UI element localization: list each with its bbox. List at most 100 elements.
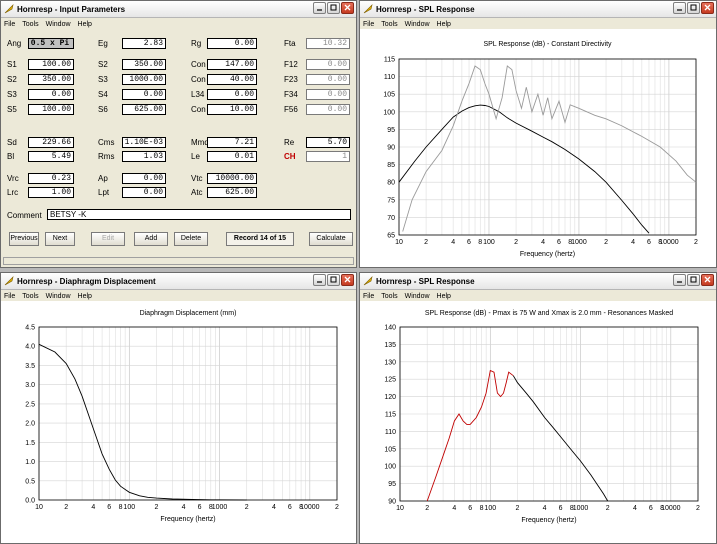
param-field-sd[interactable]: 229.66 <box>28 137 74 148</box>
menu-file[interactable]: File <box>363 21 374 28</box>
x-tick-label: 10000 <box>300 504 320 511</box>
minimize-button[interactable] <box>673 2 686 14</box>
chart-title: SPL Response (dB) - Pmax is 75 W and Xma… <box>425 310 673 317</box>
param-field-lpt[interactable]: 0.00 <box>122 187 166 198</box>
delete-button[interactable]: Delete <box>174 232 208 246</box>
menu-tools[interactable]: Tools <box>381 21 397 28</box>
title-bar[interactable]: Hornresp - Input Parameters <box>1 1 356 18</box>
param-field-s6[interactable]: 625.00 <box>122 104 166 115</box>
maximize-button[interactable] <box>327 2 340 14</box>
x-tick-label: 2 <box>604 239 608 246</box>
param-field-s4[interactable]: 0.00 <box>122 89 166 100</box>
minimize-button[interactable] <box>313 2 326 14</box>
param-field-le[interactable]: 0.01 <box>207 151 257 162</box>
param-field-ch[interactable]: 1 <box>306 151 350 162</box>
add-button[interactable]: Add <box>134 232 168 246</box>
param-field-vtc[interactable]: 10000.00 <box>207 173 257 184</box>
param-field-con[interactable]: 147.00 <box>207 59 257 70</box>
param-field-rms[interactable]: 1.03 <box>122 151 166 162</box>
param-label-con: Con <box>191 105 206 114</box>
spl-response-window: Hornresp - SPL Response File Tools Windo… <box>359 272 717 544</box>
menu-window[interactable]: Window <box>405 21 430 28</box>
menu-window[interactable]: Window <box>46 293 71 300</box>
next-button[interactable]: Next <box>45 232 75 246</box>
menu-file[interactable]: File <box>363 293 374 300</box>
menu-help[interactable]: Help <box>78 21 92 28</box>
param-field-ang[interactable]: 0.5 x Pi <box>28 38 74 49</box>
title-bar[interactable]: Hornresp - SPL Response <box>360 1 716 18</box>
param-field-s2[interactable]: 350.00 <box>28 74 74 85</box>
maximize-button[interactable] <box>687 2 700 14</box>
menu-help[interactable]: Help <box>437 293 451 300</box>
param-field-f34[interactable]: 0.00 <box>306 89 350 100</box>
title-bar[interactable]: Hornresp - Diaphragm Displacement <box>1 273 356 290</box>
param-field-f12[interactable]: 0.00 <box>306 59 350 70</box>
y-tick-label: 80 <box>387 180 395 187</box>
param-label-fta: Fta <box>284 39 296 48</box>
edit-button[interactable]: Edit <box>91 232 125 246</box>
param-field-re[interactable]: 5.70 <box>306 137 350 148</box>
param-field-f56[interactable]: 0.00 <box>306 104 350 115</box>
calculate-button[interactable]: Calculate <box>309 232 353 246</box>
x-tick-label: 4 <box>633 505 637 512</box>
series-line-0 <box>398 104 650 234</box>
param-field-mmd[interactable]: 7.21 <box>207 137 257 148</box>
menu-help[interactable]: Help <box>78 293 92 300</box>
previous-button[interactable]: Previous <box>9 232 39 246</box>
maximize-button[interactable] <box>327 274 340 286</box>
param-label-eg: Eg <box>98 39 108 48</box>
param-label-f56: F56 <box>284 105 298 114</box>
x-tick-label: 2 <box>245 504 249 511</box>
menu-tools[interactable]: Tools <box>22 293 38 300</box>
param-field-lrc[interactable]: 1.00 <box>28 187 74 198</box>
hornresp-app-icon <box>4 4 14 14</box>
param-field-vrc[interactable]: 0.23 <box>28 173 74 184</box>
menu-window[interactable]: Window <box>405 293 430 300</box>
param-field-rg[interactable]: 0.00 <box>207 38 257 49</box>
minimize-button[interactable] <box>673 274 686 286</box>
spl-cd-chart-svg: SPL Response (dB) - Constant Directivity… <box>383 41 698 258</box>
param-label-con: Con <box>191 75 206 84</box>
y-tick-label: 4.5 <box>25 325 35 332</box>
y-tick-label: 130 <box>384 359 396 366</box>
param-field-f23[interactable]: 0.00 <box>306 74 350 85</box>
param-label-vtc: Vtc <box>191 174 203 183</box>
comment-field[interactable]: BETSY -K <box>47 209 351 220</box>
param-field-eg[interactable]: 2.83 <box>122 38 166 49</box>
close-button[interactable] <box>701 2 714 14</box>
param-field-con[interactable]: 40.00 <box>207 74 257 85</box>
param-field-s3[interactable]: 0.00 <box>28 89 74 100</box>
menu-tools[interactable]: Tools <box>22 21 38 28</box>
x-tick-label: 2 <box>696 505 700 512</box>
x-tick-label: 6 <box>557 239 561 246</box>
param-label-con: Con <box>191 60 206 69</box>
param-label-bl: Bl <box>7 152 15 161</box>
param-field-ap[interactable]: 0.00 <box>122 173 166 184</box>
param-field-fta[interactable]: 10.32 <box>306 38 350 49</box>
param-field-bl[interactable]: 5.49 <box>28 151 74 162</box>
menu-file[interactable]: File <box>4 293 15 300</box>
param-field-con[interactable]: 10.00 <box>207 104 257 115</box>
minimize-button[interactable] <box>313 274 326 286</box>
param-field-l34[interactable]: 0.00 <box>207 89 257 100</box>
close-button[interactable] <box>341 2 354 14</box>
menu-tools[interactable]: Tools <box>381 293 397 300</box>
maximize-button[interactable] <box>687 274 700 286</box>
param-label-ch: CH <box>284 152 296 161</box>
title-bar[interactable]: Hornresp - SPL Response <box>360 273 716 290</box>
close-button[interactable] <box>701 274 714 286</box>
menu-file[interactable]: File <box>4 21 15 28</box>
param-field-atc[interactable]: 625.00 <box>207 187 257 198</box>
param-field-cms[interactable]: 1.10E-03 <box>122 137 166 148</box>
param-field-s5[interactable]: 100.00 <box>28 104 74 115</box>
y-tick-label: 1.5 <box>25 440 35 447</box>
close-button[interactable] <box>341 274 354 286</box>
x-tick-label: 6 <box>288 504 292 511</box>
menu-help[interactable]: Help <box>437 21 451 28</box>
param-field-s3[interactable]: 1000.00 <box>122 74 166 85</box>
param-field-s1[interactable]: 100.00 <box>28 59 74 70</box>
y-tick-label: 0.5 <box>25 478 35 485</box>
menu-window[interactable]: Window <box>46 21 71 28</box>
x-tick-label: 6 <box>647 239 651 246</box>
param-field-s2[interactable]: 350.00 <box>122 59 166 70</box>
